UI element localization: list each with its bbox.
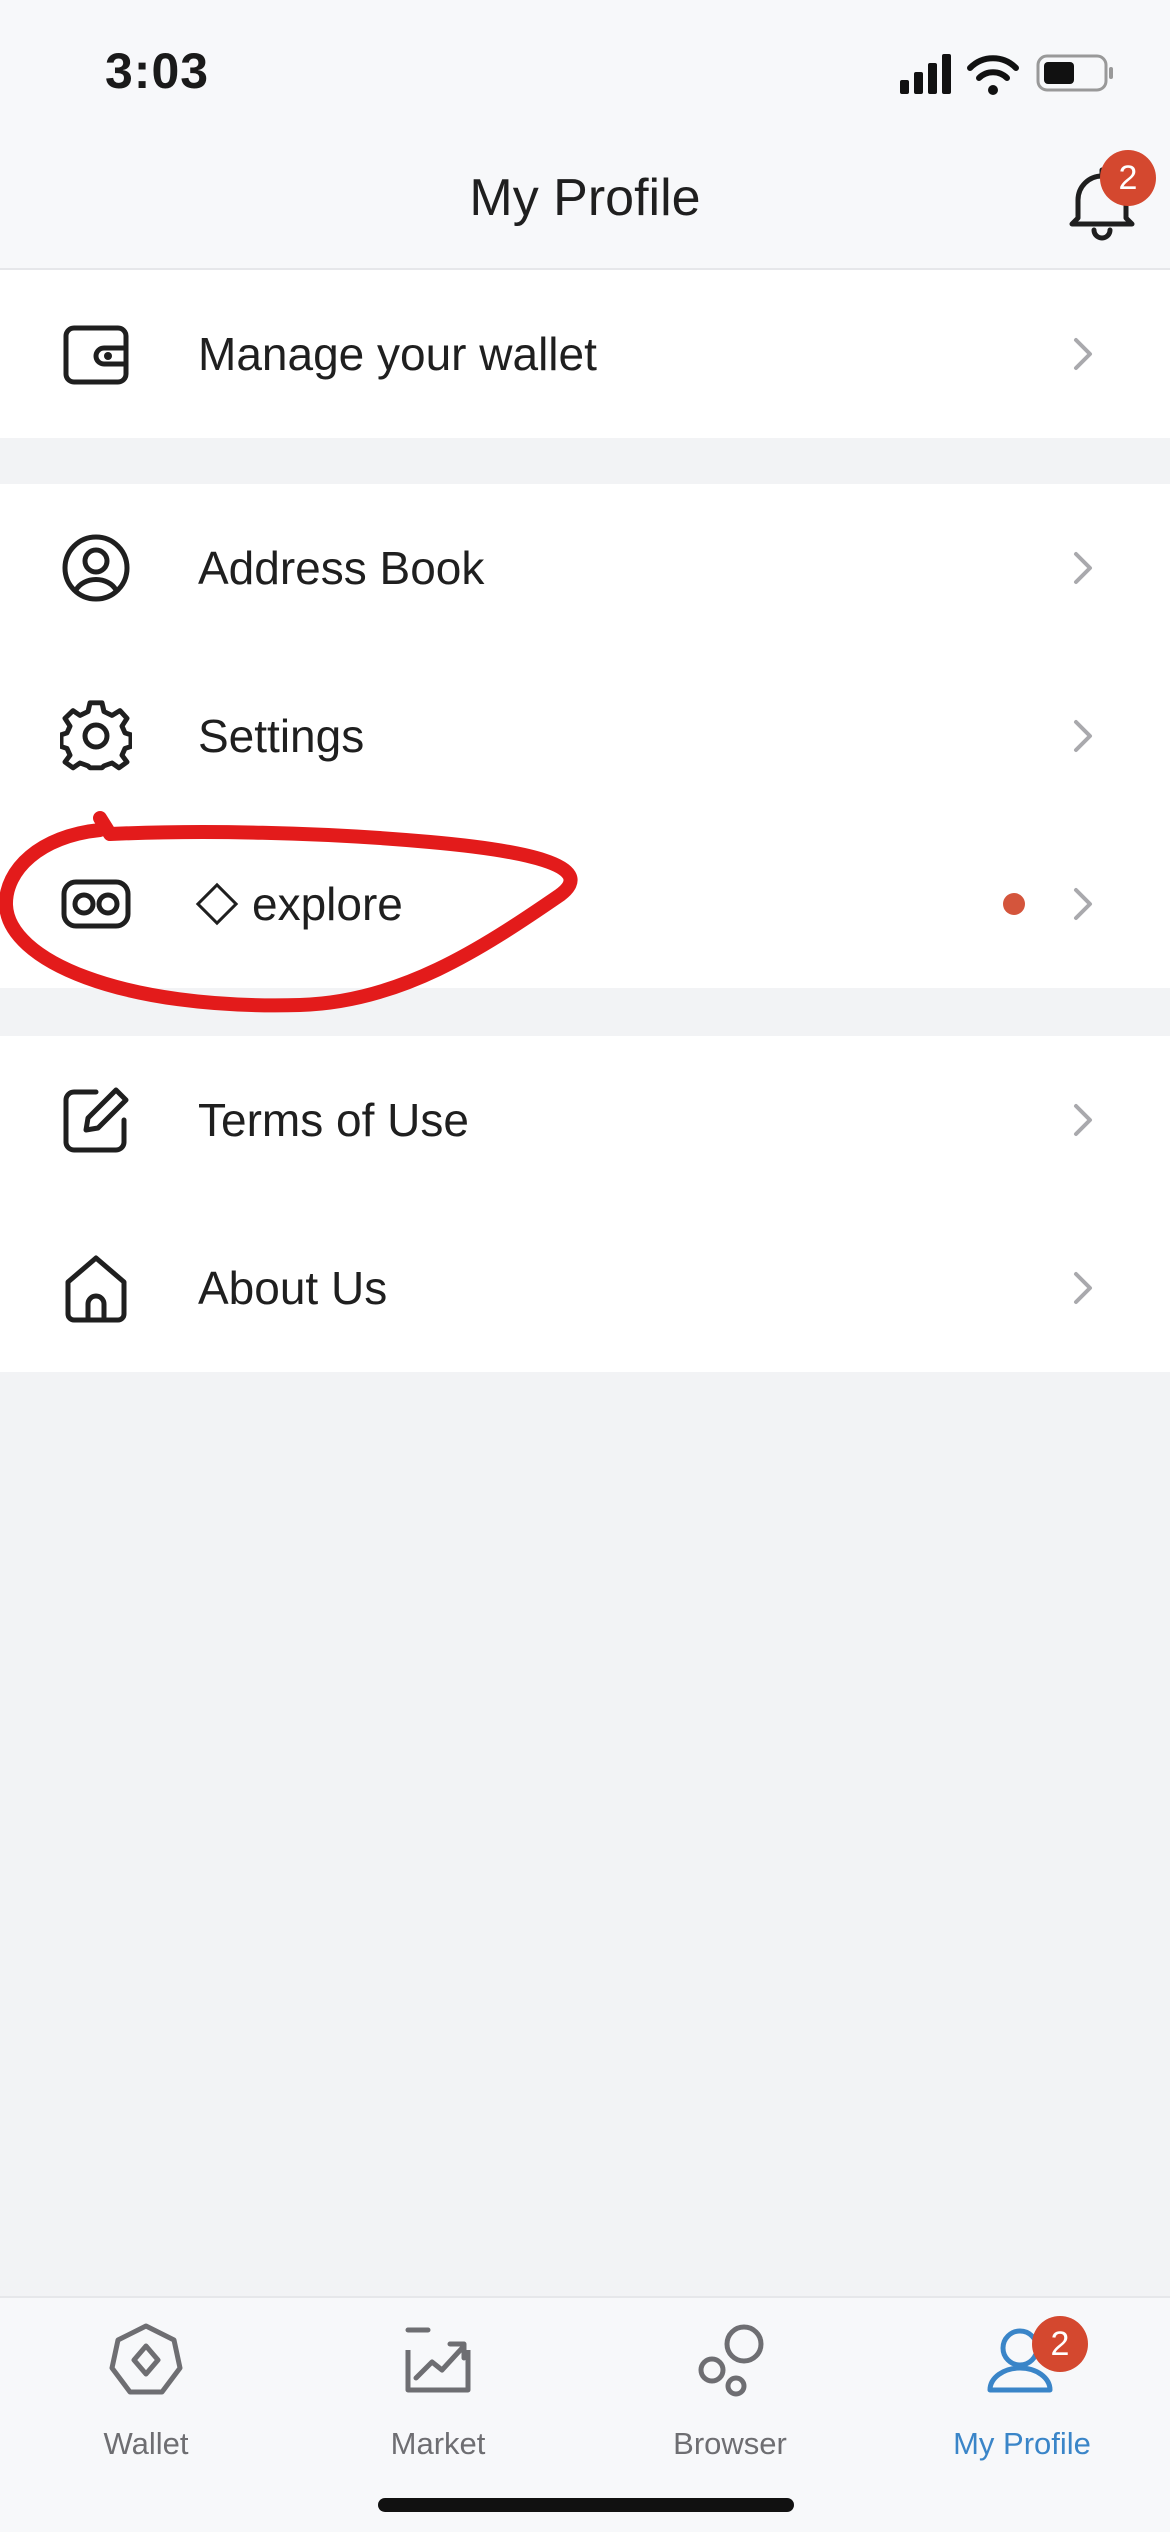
tab-my-profile[interactable]: 2 My Profile	[876, 2298, 1168, 2498]
new-indicator-dot	[1003, 893, 1025, 915]
address-book-label: Address Book	[198, 542, 485, 594]
manage-wallet-row[interactable]: Manage your wallet	[0, 270, 1170, 438]
status-time: 3:03	[105, 43, 210, 99]
about-us-label: About Us	[198, 1262, 388, 1314]
explore-label: explore	[252, 878, 403, 930]
explore-row[interactable]: explore	[0, 820, 1170, 988]
tab-bar: Wallet Market Browser 2 My Profile	[0, 2296, 1170, 2532]
notification-badge: 2	[1100, 150, 1156, 206]
home-indicator	[378, 2498, 794, 2512]
tab-label-browser: Browser	[673, 2426, 787, 2461]
gear-icon	[60, 700, 132, 771]
wallet-icon	[63, 325, 129, 385]
chevron-right-icon	[1074, 1104, 1092, 1136]
tab-wallet[interactable]: Wallet	[0, 2298, 292, 2498]
chevron-right-icon	[1074, 552, 1092, 584]
tab-label-my-profile: My Profile	[953, 2426, 1091, 2461]
terms-of-use-row[interactable]: Terms of Use	[0, 1036, 1170, 1204]
terms-of-use-label: Terms of Use	[198, 1094, 469, 1146]
vr-goggles-icon	[61, 879, 131, 929]
chevron-right-icon	[1074, 888, 1092, 920]
settings-row[interactable]: Settings	[0, 652, 1170, 820]
tab-label-market: Market	[390, 2426, 486, 2461]
menu-group-account: Address Book Settings explore	[0, 484, 1170, 988]
notification-button[interactable]: 2	[1060, 150, 1156, 242]
wallet-hexagon-icon	[109, 2323, 183, 2395]
status-bar: 3:03	[0, 0, 1170, 140]
chevron-right-icon	[1074, 1272, 1092, 1304]
settings-label: Settings	[198, 710, 365, 762]
chevron-right-icon	[1074, 338, 1092, 370]
tab-browser[interactable]: Browser	[584, 2298, 876, 2498]
market-chart-icon	[405, 2327, 471, 2393]
menu-group-info: Terms of Use About Us	[0, 1036, 1170, 1372]
about-us-row[interactable]: About Us	[0, 1204, 1170, 1372]
signal-icon	[900, 54, 951, 94]
status-icons	[900, 54, 1113, 95]
wifi-icon	[967, 55, 1019, 95]
user-circle-icon	[62, 534, 130, 602]
bubbles-icon	[698, 2324, 764, 2397]
home-icon	[65, 1255, 127, 1323]
profile-tab-badge: 2	[1032, 2316, 1088, 2372]
manage-wallet-label: Manage your wallet	[198, 328, 597, 380]
menu-group-wallet: Manage your wallet	[0, 270, 1170, 438]
chevron-right-icon	[1074, 720, 1092, 752]
battery-icon	[1036, 54, 1113, 92]
tab-market[interactable]: Market	[292, 2298, 584, 2498]
header: My Profile 2	[0, 140, 1170, 270]
address-book-row[interactable]: Address Book	[0, 484, 1170, 652]
edit-icon	[63, 1087, 129, 1153]
tab-label-wallet: Wallet	[103, 2426, 189, 2461]
diamond-icon	[195, 882, 239, 926]
page-title: My Profile	[469, 169, 701, 227]
